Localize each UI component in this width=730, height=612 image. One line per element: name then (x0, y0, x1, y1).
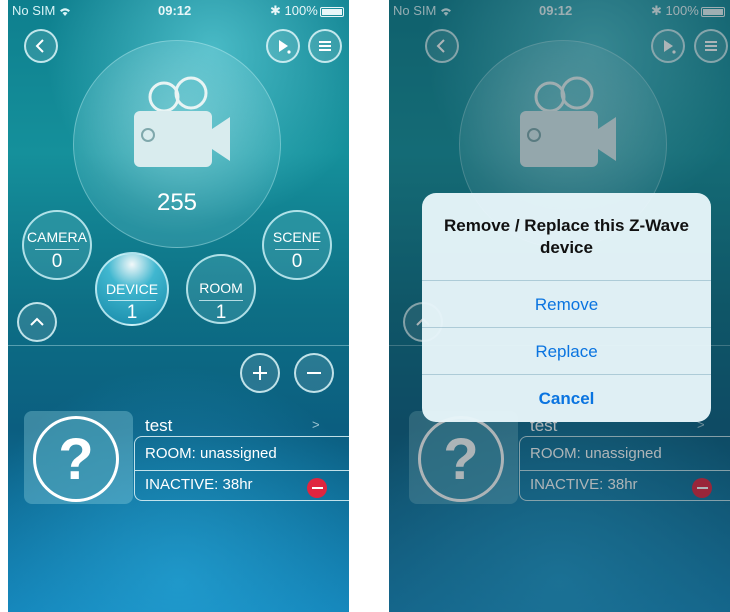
hamburger-icon (319, 41, 331, 51)
device-list-item[interactable]: ? test > ROOM: unassigned INACTIVE: 38hr (24, 408, 349, 508)
device-screen-dialog: No SIM 09:12 ✱ 100% ? test > ROOM: unass… (389, 0, 730, 612)
device-hero: 255 (73, 40, 281, 248)
status-bar: No SIM 09:12 ✱ 100% (8, 0, 349, 22)
back-button[interactable] (24, 29, 58, 63)
device-screen: No SIM 09:12 ✱ 100% 255 CAMERA 0 SCENE 0 (8, 0, 349, 612)
device-counter[interactable]: DEVICE 1 (95, 252, 169, 326)
collapse-button[interactable] (17, 302, 57, 342)
room-counter-count: 1 (215, 302, 227, 323)
chevron-left-icon (35, 39, 44, 53)
cancel-button[interactable]: Cancel (422, 374, 711, 421)
device-counter-count: 1 (126, 302, 138, 323)
camera-counter-divider (34, 249, 80, 250)
carrier-text: No SIM (12, 3, 56, 18)
battery-percent: 100% (284, 3, 318, 18)
remove-device-button[interactable] (294, 353, 334, 393)
minus-icon (307, 372, 321, 374)
menu-button[interactable] (308, 29, 342, 63)
room-counter[interactable]: ROOM 1 (186, 254, 256, 324)
room-counter-label: ROOM (199, 280, 243, 296)
scene-counter-label: SCENE (272, 229, 322, 245)
device-status: INACTIVE: 38hr (145, 476, 253, 493)
play-icon (279, 40, 291, 54)
section-divider (8, 345, 349, 346)
scene-counter-divider (274, 249, 320, 250)
carrier-label: No SIM (12, 3, 71, 18)
bluetooth-battery-label: ✱ 100% (270, 3, 318, 18)
scene-counter[interactable]: SCENE 0 (262, 210, 332, 280)
wifi-icon (59, 7, 70, 16)
device-room: ROOM: unassigned (145, 445, 277, 462)
replace-button[interactable]: Replace (422, 327, 711, 374)
device-counter-divider (108, 300, 156, 301)
chevron-up-icon (30, 317, 44, 326)
camera-counter-label: CAMERA (27, 229, 87, 245)
remove-replace-dialog: Remove / Replace this Z-Wave device Remo… (422, 193, 711, 422)
device-info-box: ROOM: unassigned INACTIVE: 38hr (134, 436, 349, 501)
room-counter-divider (198, 300, 244, 301)
device-thumbnail: ? (24, 411, 133, 504)
scene-counter-count: 0 (291, 251, 303, 272)
device-info-divider (135, 470, 349, 471)
add-device-button[interactable] (240, 353, 280, 393)
video-camera-icon (134, 76, 230, 167)
device-value: 255 (156, 189, 198, 216)
play-button[interactable] (266, 29, 300, 63)
plus-icon (253, 366, 267, 380)
question-mark-icon: ? (33, 416, 119, 502)
chevron-right-icon: > (312, 417, 320, 432)
camera-counter-count: 0 (51, 251, 63, 272)
inactive-remove-icon[interactable] (307, 478, 327, 498)
dialog-title: Remove / Replace this Z-Wave device (443, 216, 689, 257)
device-counter-label: DEVICE (105, 281, 159, 297)
battery-icon (320, 7, 344, 17)
remove-button[interactable]: Remove (422, 280, 711, 327)
clock: 09:12 (158, 3, 192, 18)
camera-counter[interactable]: CAMERA 0 (22, 210, 92, 280)
device-name: test (145, 416, 173, 435)
